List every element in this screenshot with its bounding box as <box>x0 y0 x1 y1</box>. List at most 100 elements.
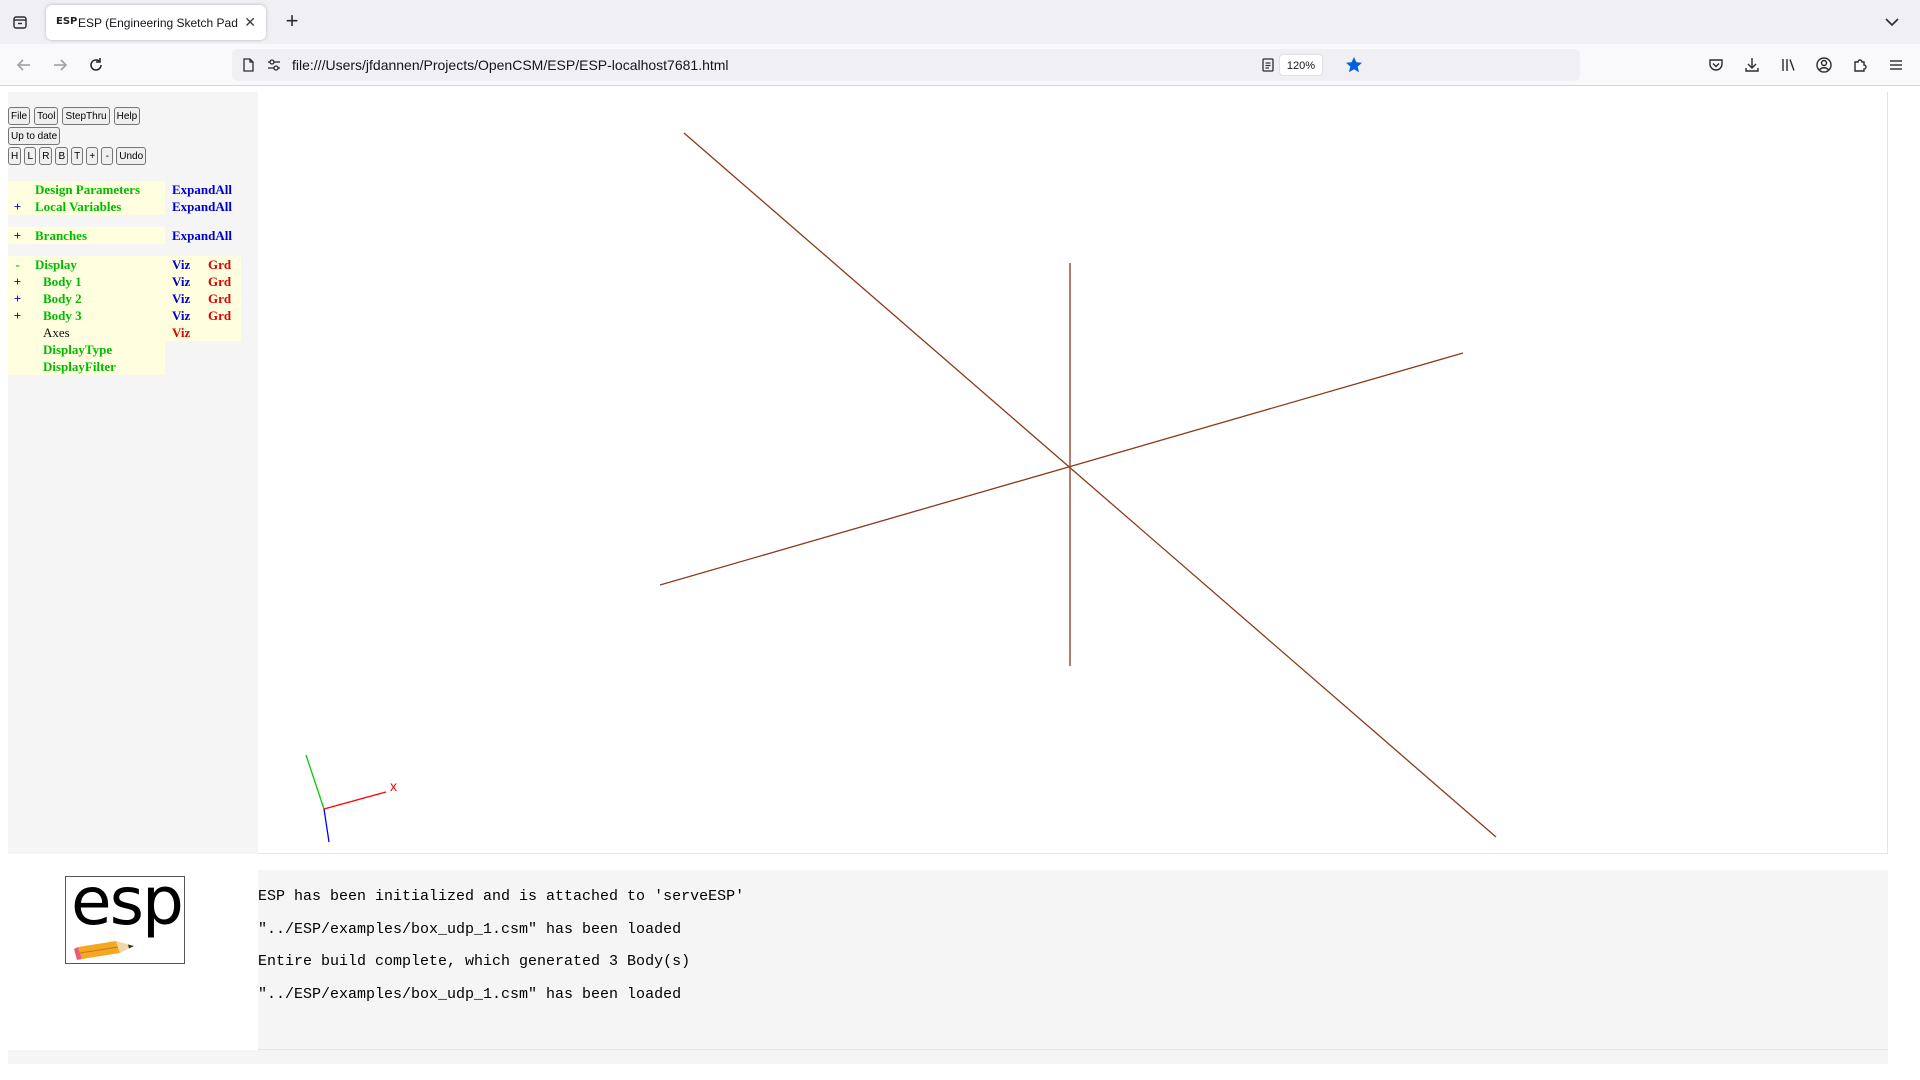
axis-line-a <box>683 132 1497 838</box>
forward-arrow-icon[interactable] <box>48 53 72 77</box>
view-button-row: H L R B T + - Undo <box>8 147 150 165</box>
tree-row-design-parameters: Design Parameters ExpandAll <box>8 181 243 198</box>
left-panel: File Tool StepThru Help Up to date H L R… <box>8 92 258 854</box>
zoom-in-button[interactable]: + <box>86 147 99 165</box>
expand-all-link[interactable]: ExpandAll <box>165 198 232 215</box>
triad-x-axis <box>323 791 387 810</box>
url-bar[interactable]: file:///Users/jfdannen/Projects/OpenCSM/… <box>232 49 1580 81</box>
grd-toggle[interactable]: Grd <box>202 307 241 324</box>
grd-toggle <box>202 324 241 341</box>
reader-view-icon[interactable] <box>1260 57 1276 73</box>
tree-row-local-variables: + Local Variables ExpandAll <box>8 198 243 215</box>
tree-expand-toggle[interactable]: + <box>8 273 27 290</box>
graphics-canvas[interactable]: x <box>258 92 1888 854</box>
tree-row-display: - Display Viz Grd <box>8 256 243 273</box>
home-view-button[interactable]: H <box>8 147 22 165</box>
right-view-button[interactable]: R <box>39 147 53 165</box>
tree-expand-toggle[interactable]: + <box>8 198 27 215</box>
logo-text: esp <box>71 863 184 940</box>
tree-expand-toggle[interactable]: + <box>8 227 27 244</box>
bookmark-star-icon[interactable] <box>1344 55 1364 75</box>
message-line: "../ESP/examples/box_udp_1.csm" has been… <box>258 986 682 1003</box>
triad-x-label: x <box>390 778 397 794</box>
pencil-icon <box>74 941 134 960</box>
tree-item-body-1[interactable]: Body 1 <box>27 273 165 290</box>
expand-all-link[interactable]: ExpandAll <box>165 181 232 198</box>
url-text[interactable]: file:///Users/jfdannen/Projects/OpenCSM/… <box>292 57 729 73</box>
tree-expand-toggle <box>8 358 27 375</box>
tree-expand-toggle[interactable]: + <box>8 307 27 324</box>
tab-esp[interactable]: ESP ESP (Engineering Sketch Pad, V ✕ <box>46 5 266 40</box>
axis-line-b <box>659 352 1464 586</box>
menu-hamburger-icon[interactable] <box>1884 53 1908 77</box>
tree-row-branches: + Branches ExpandAll <box>8 227 243 244</box>
viz-toggle[interactable]: Viz <box>165 324 202 341</box>
tree-row-display-filter: DisplayFilter <box>8 358 243 375</box>
browser-nav-bar: file:///Users/jfdannen/Projects/OpenCSM/… <box>0 44 1920 86</box>
tree-item-branches[interactable]: Branches <box>27 227 165 244</box>
tree-row-display-type: DisplayType <box>8 341 243 358</box>
viz-toggle[interactable]: Viz <box>165 256 202 273</box>
esp-logo: esp <box>65 863 185 964</box>
message-line: Entire build complete, which generated 3… <box>258 953 691 970</box>
tab-title: ESP (Engineering Sketch Pad, V <box>78 15 239 30</box>
zoom-level-badge[interactable]: 120% <box>1278 54 1323 76</box>
library-icon[interactable] <box>1776 53 1800 77</box>
reload-icon[interactable] <box>84 53 108 77</box>
message-panel: ESP has been initialized and is attached… <box>258 870 1888 1050</box>
new-tab-icon[interactable]: + <box>280 10 304 34</box>
viz-toggle[interactable]: Viz <box>165 307 202 324</box>
tree-panel: File Tool StepThru Help Up to date H L R… <box>8 92 243 854</box>
message-line: "../ESP/examples/box_udp_1.csm" has been… <box>258 921 682 938</box>
expand-all-link[interactable]: ExpandAll <box>165 227 232 244</box>
tree-item-display-type[interactable]: DisplayType <box>27 341 165 358</box>
tree-item-display-filter[interactable]: DisplayFilter <box>27 358 165 375</box>
left-view-button[interactable]: L <box>24 147 37 165</box>
tree-item-design-parameters[interactable]: Design Parameters <box>27 181 165 198</box>
download-icon[interactable] <box>1740 53 1764 77</box>
page-icon <box>240 57 256 73</box>
viz-toggle[interactable]: Viz <box>165 273 202 290</box>
tree-expand-toggle <box>8 324 27 341</box>
tree-item-local-variables[interactable]: Local Variables <box>27 198 165 215</box>
tree-expand-toggle <box>8 341 27 358</box>
tree-item-axes[interactable]: Axes <box>27 324 165 341</box>
tree-collapse-toggle[interactable]: - <box>8 256 27 273</box>
grd-toggle[interactable]: Grd <box>202 290 241 307</box>
stepthru-button[interactable]: StepThru <box>62 107 110 125</box>
tool-button[interactable]: Tool <box>34 107 59 125</box>
grd-toggle[interactable]: Grd <box>202 256 241 273</box>
zoom-out-button[interactable]: - <box>101 147 114 165</box>
permissions-icon[interactable] <box>266 57 282 73</box>
bottom-strip <box>8 1050 1888 1064</box>
tree-row-body-3: + Body 3 Viz Grd <box>8 307 243 324</box>
bottom-view-button[interactable]: B <box>55 147 69 165</box>
tree-item-display[interactable]: Display <box>27 256 165 273</box>
tab-list-icon[interactable] <box>8 10 32 34</box>
message-line: ESP has been initialized and is attached… <box>258 888 745 905</box>
back-arrow-icon[interactable] <box>12 53 36 77</box>
status-button-row: Up to date <box>8 127 64 145</box>
top-view-button[interactable]: T <box>71 147 84 165</box>
tree-item-body-2[interactable]: Body 2 <box>27 290 165 307</box>
esp-favicon-icon: ESP <box>56 15 78 27</box>
help-button[interactable]: Help <box>113 107 141 125</box>
viz-toggle[interactable]: Viz <box>165 290 202 307</box>
extensions-icon[interactable] <box>1848 53 1872 77</box>
main-button-row: File Tool StepThru Help <box>8 107 144 125</box>
tree-item-body-3[interactable]: Body 3 <box>27 307 165 324</box>
undo-button[interactable]: Undo <box>116 147 147 165</box>
pocket-icon[interactable] <box>1704 53 1728 77</box>
tree-row-body-2: + Body 2 Viz Grd <box>8 290 243 307</box>
graphics-svg[interactable]: x <box>258 92 1888 854</box>
close-icon[interactable]: ✕ <box>244 14 256 31</box>
browser-tab-bar: ESP ESP (Engineering Sketch Pad, V ✕ + <box>0 0 1920 44</box>
tree-expand-toggle[interactable] <box>8 181 27 198</box>
file-button[interactable]: File <box>8 107 31 125</box>
tree-expand-toggle[interactable]: + <box>8 290 27 307</box>
up-to-date-button[interactable]: Up to date <box>8 127 61 145</box>
tree-row-axes: Axes Viz <box>8 324 243 341</box>
grd-toggle[interactable]: Grd <box>202 273 241 290</box>
account-icon[interactable] <box>1812 53 1836 77</box>
chevron-down-icon[interactable] <box>1882 12 1902 32</box>
